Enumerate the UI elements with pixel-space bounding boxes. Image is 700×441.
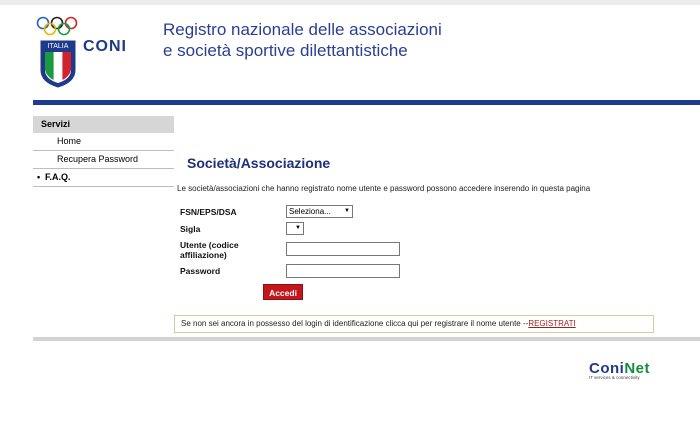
registrati-link[interactable]: REGISTRATI <box>528 319 575 328</box>
sidebar: Servizi Home Recupera Password • F.A.Q. <box>33 116 174 187</box>
footer-divider <box>33 337 700 341</box>
olympic-rings-icon <box>36 16 78 36</box>
utente-label: Utente (codice affiliazione) <box>180 240 239 260</box>
top-bar <box>0 0 700 5</box>
sigla-select[interactable]: ▼ <box>286 222 304 235</box>
bullet-icon: • <box>37 172 41 182</box>
coni-wordmark: CONI <box>83 38 127 55</box>
notice-text: Se non sei ancora in possesso del login … <box>181 319 529 328</box>
password-input[interactable] <box>286 264 400 278</box>
coni-logo[interactable]: ITALIA CONI <box>36 16 136 94</box>
header-title-line1: Registro nazionale delle associazioni <box>163 20 442 39</box>
sidebar-item-label: F.A.Q. <box>45 172 71 182</box>
coninet-logo[interactable]: ConiNet IT services & connectivity <box>589 360 650 380</box>
header-divider <box>33 100 700 105</box>
sidebar-item-faq[interactable]: • F.A.Q. <box>33 169 174 187</box>
fsn-select[interactable]: Seleziona... ▼ <box>286 205 353 218</box>
sidebar-item-home[interactable]: Home <box>33 133 174 151</box>
sigla-label: Sigla <box>180 224 201 234</box>
sidebar-item-recupera-password[interactable]: Recupera Password <box>33 151 174 169</box>
utente-input[interactable] <box>286 242 400 256</box>
page-header-title: Registro nazionale delle associazioni e … <box>163 19 442 61</box>
fsn-select-value: Seleziona... <box>289 207 331 216</box>
password-label: Password <box>180 266 221 276</box>
svg-text:ITALIA: ITALIA <box>48 43 69 50</box>
accedi-button[interactable]: Accedi <box>263 284 303 300</box>
dropdown-arrow-icon: ▼ <box>344 208 350 214</box>
fsn-label: FSN/EPS/DSA <box>180 207 237 217</box>
sidebar-heading: Servizi <box>33 116 174 133</box>
intro-text: Le società/associazioni che hanno regist… <box>177 184 591 193</box>
page-title: Società/Associazione <box>187 155 331 171</box>
header-title-line2: e società sportive dilettantistiche <box>163 41 408 60</box>
dropdown-arrow-icon: ▼ <box>295 225 301 231</box>
shield-caption: ITALIA <box>48 43 69 50</box>
registration-notice: Se non sei ancora in possesso del login … <box>174 315 654 333</box>
